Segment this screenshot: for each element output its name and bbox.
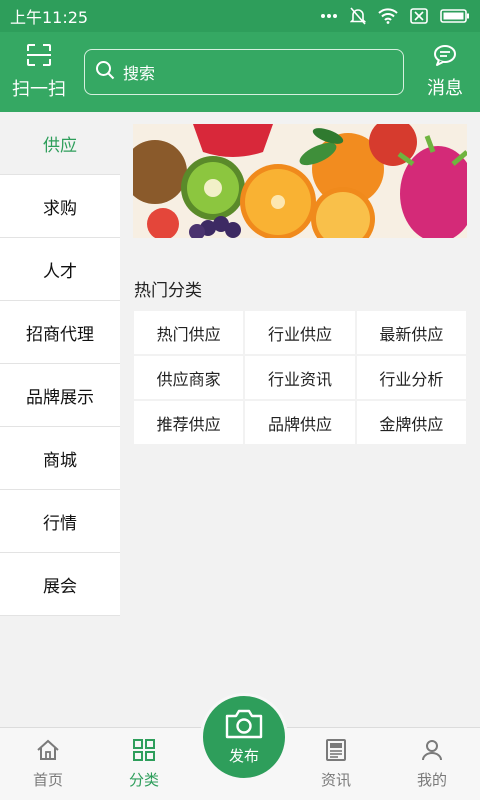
chat-bubble-icon	[433, 44, 457, 70]
grid-item-brand-supply[interactable]: 品牌供应	[245, 401, 355, 444]
wifi-icon	[378, 8, 398, 24]
user-icon	[420, 739, 444, 765]
mute-bell-icon	[350, 7, 366, 25]
grid-item-latest-supply[interactable]: 最新供应	[356, 311, 466, 354]
fruit-banner[interactable]	[133, 124, 467, 238]
nav-news[interactable]: 资讯	[288, 728, 384, 800]
status-time: 上午11:25	[10, 8, 89, 27]
grid-item-industry-news[interactable]: 行业资讯	[245, 356, 355, 399]
scan-button[interactable]: 扫一扫	[0, 32, 78, 112]
nav-home-label: 首页	[32, 770, 63, 789]
search-icon	[95, 60, 115, 84]
home-icon	[36, 739, 60, 765]
header: 扫一扫 搜索 消息	[0, 32, 480, 112]
nav-mine[interactable]: 我的	[384, 728, 480, 800]
sidebar-item-exhibition[interactable]: 展会	[0, 553, 120, 616]
newspaper-icon	[324, 738, 348, 765]
grid-icon	[132, 738, 156, 765]
nav-home[interactable]: 首页	[0, 728, 96, 800]
sidebar-item-talent[interactable]: 人才	[0, 238, 120, 301]
sidebar-item-brand[interactable]: 品牌展示	[0, 364, 120, 427]
category-grid: 热门供应 行业供应 最新供应 供应商家 行业资讯 行业分析 推荐供应 品牌供应 …	[134, 311, 466, 444]
category-sidebar: 供应 求购 人才 招商代理 品牌展示 商城 行情 展会	[0, 112, 120, 616]
scan-label: 扫一扫	[12, 79, 66, 100]
search-input[interactable]: 搜索	[84, 49, 404, 95]
sidebar-item-purchase[interactable]: 求购	[0, 175, 120, 238]
grid-item-recommended-supply[interactable]: 推荐供应	[134, 401, 244, 444]
scan-icon	[26, 43, 52, 71]
camera-icon	[224, 709, 264, 743]
publish-button[interactable]: 发布	[200, 693, 288, 781]
grid-item-hot-supply[interactable]: 热门供应	[134, 311, 244, 354]
nav-category[interactable]: 分类	[96, 728, 192, 800]
section-title-hot-categories: 热门分类	[134, 281, 202, 301]
status-bar: 上午11:25	[0, 0, 480, 32]
no-signal-icon	[410, 8, 428, 24]
publish-label: 发布	[228, 746, 259, 765]
battery-icon	[440, 8, 470, 24]
sidebar-item-franchise[interactable]: 招商代理	[0, 301, 120, 364]
grid-item-industry-supply[interactable]: 行业供应	[245, 311, 355, 354]
message-button[interactable]: 消息	[410, 32, 480, 112]
sidebar-item-mall[interactable]: 商城	[0, 427, 120, 490]
search-placeholder: 搜索	[123, 64, 156, 83]
sidebar-item-supply[interactable]: 供应	[0, 112, 120, 175]
nav-mine-label: 我的	[416, 770, 447, 789]
fruit-banner-image	[133, 124, 467, 238]
nav-news-label: 资讯	[320, 770, 351, 789]
message-label: 消息	[427, 78, 463, 99]
status-icons	[320, 7, 470, 25]
grid-item-suppliers[interactable]: 供应商家	[134, 356, 244, 399]
grid-item-industry-analysis[interactable]: 行业分析	[356, 356, 466, 399]
grid-item-gold-supply[interactable]: 金牌供应	[356, 401, 466, 444]
nav-category-label: 分类	[128, 770, 159, 789]
sidebar-item-market[interactable]: 行情	[0, 490, 120, 553]
dots-icon	[320, 13, 338, 19]
